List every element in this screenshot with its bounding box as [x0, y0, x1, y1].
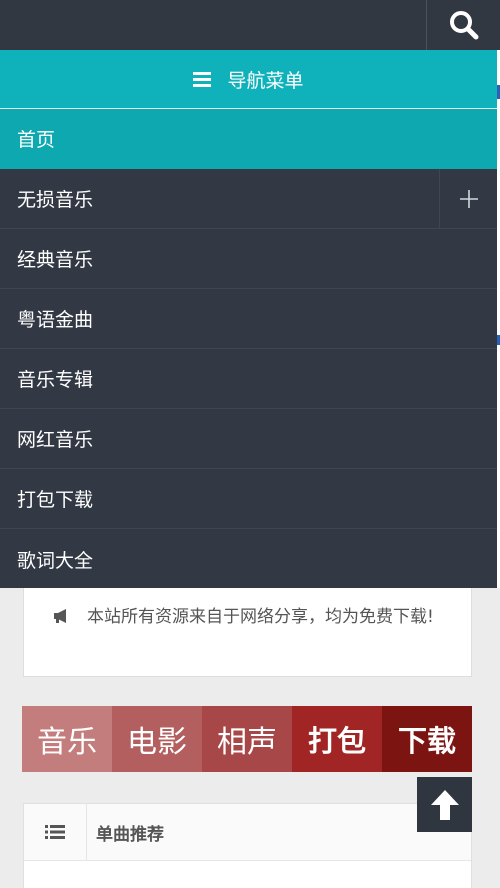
nav-drawer-header[interactable]: 导航菜单: [0, 50, 497, 109]
top-bar: [0, 0, 500, 50]
nav-drawer-title: 导航菜单: [227, 69, 304, 92]
menu-item-lyrics[interactable]: 歌词大全: [0, 529, 497, 589]
menu-item-home[interactable]: 首页: [0, 109, 497, 169]
recommend-title: 单曲推荐: [96, 824, 164, 845]
category-crosstalk[interactable]: 相声: [202, 706, 292, 772]
menu-icon: [193, 72, 212, 87]
menu-item-label: 网红音乐: [17, 429, 94, 451]
menu-item-label: 打包下载: [17, 489, 94, 511]
expand-button[interactable]: [439, 169, 497, 228]
menu-item-label: 歌词大全: [17, 549, 94, 572]
category-pack[interactable]: 打包: [292, 706, 382, 772]
menu-item-label: 音乐专辑: [17, 369, 94, 391]
notice-card: 本站所有资源来自于网络分享，均为免费下载!: [23, 588, 472, 677]
arrow-up-icon: [430, 789, 459, 820]
menu-item-label: 粤语金曲: [17, 309, 94, 331]
list-icon: [24, 803, 87, 861]
nav-drawer: 导航菜单 首页 无损音乐 经典音乐 粤语金曲 音乐专辑 网红音乐 打包下载 歌词…: [0, 50, 497, 588]
plus-icon: [459, 189, 478, 208]
menu-item-lossless[interactable]: 无损音乐: [0, 169, 497, 229]
menu-item-pack-download[interactable]: 打包下载: [0, 469, 497, 529]
category-movie[interactable]: 电影: [112, 706, 202, 772]
search-icon: [449, 11, 478, 40]
menu-item-label: 首页: [17, 129, 56, 151]
recommend-panel-header: 单曲推荐: [24, 803, 471, 861]
category-bar: 音乐 电影 相声 打包 下载: [22, 706, 472, 772]
megaphone-icon: [53, 606, 73, 633]
menu-item-cantonese[interactable]: 粤语金曲: [0, 289, 497, 349]
menu-item-albums[interactable]: 音乐专辑: [0, 349, 497, 409]
search-button[interactable]: [426, 0, 500, 50]
recommend-panel: 单曲推荐: [23, 803, 472, 888]
notice-text: 本站所有资源来自于网络分享，均为免费下载!: [87, 607, 434, 627]
page: 本站所有资源来自于网络分享，均为免费下载! 音乐 电影 相声 打包 下载 单曲推…: [0, 0, 500, 888]
menu-item-classic[interactable]: 经典音乐: [0, 229, 497, 289]
category-music[interactable]: 音乐: [22, 706, 112, 772]
menu-item-label: 经典音乐: [17, 249, 94, 271]
menu-item-viral[interactable]: 网红音乐: [0, 409, 497, 469]
category-download[interactable]: 下载: [382, 706, 472, 772]
back-to-top-button[interactable]: [417, 777, 472, 832]
menu-item-label: 无损音乐: [17, 189, 94, 211]
